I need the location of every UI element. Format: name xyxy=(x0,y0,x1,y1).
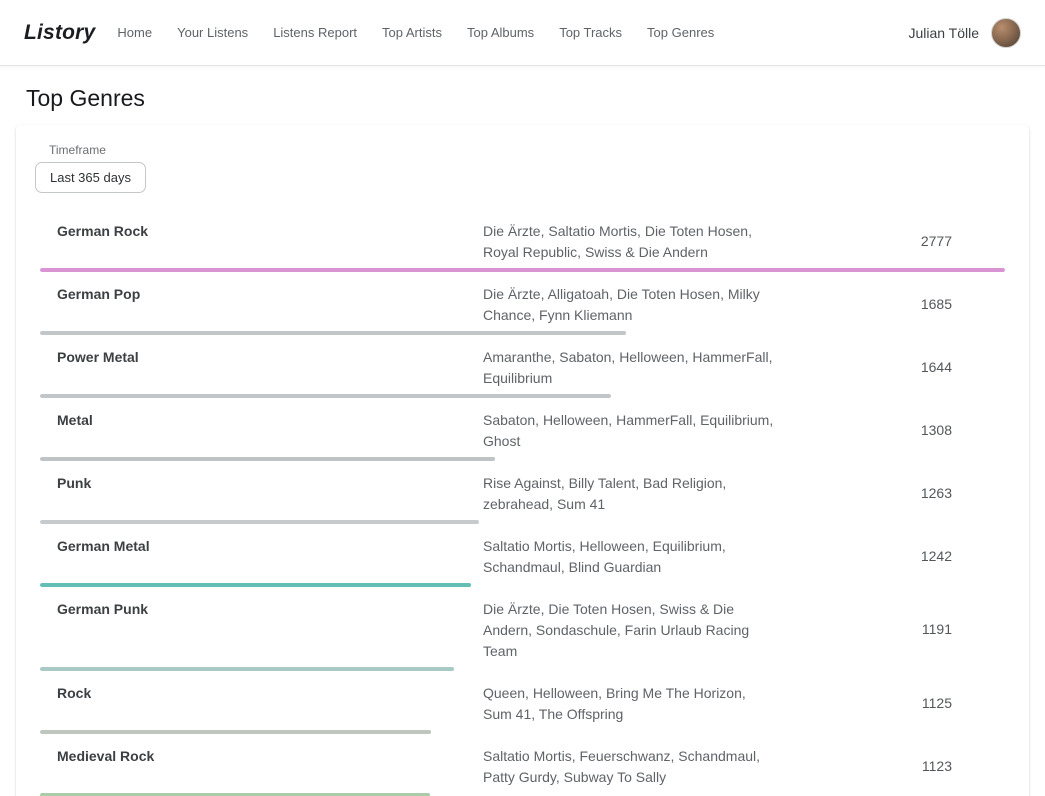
nav-top-genres[interactable]: Top Genres xyxy=(647,25,714,40)
genre-name: German Metal xyxy=(40,533,483,578)
genre-artists: Die Ärzte, Alligatoah, Die Toten Hosen, … xyxy=(483,281,775,326)
genre-row: Rock Queen, Helloween, Bring Me The Hori… xyxy=(16,671,1029,734)
genre-count: 1242 xyxy=(775,548,1005,564)
genre-artists: Amaranthe, Sabaton, Helloween, HammerFal… xyxy=(483,344,775,389)
page-title: Top Genres xyxy=(26,85,1029,112)
nav-top-albums[interactable]: Top Albums xyxy=(467,25,534,40)
genres-table: German Rock Die Ärzte, Saltatio Mortis, … xyxy=(16,209,1029,796)
genre-row: German Punk Die Ärzte, Die Toten Hosen, … xyxy=(16,587,1029,671)
genre-row: Power Metal Amaranthe, Sabaton, Hellowee… xyxy=(16,335,1029,398)
main-nav: Home Your Listens Listens Report Top Art… xyxy=(117,25,714,40)
app-logo[interactable]: Listory xyxy=(24,21,95,45)
genre-artists: Die Ärzte, Die Toten Hosen, Swiss & Die … xyxy=(483,596,775,662)
genre-row: Medieval Rock Saltatio Mortis, Feuerschw… xyxy=(16,734,1029,796)
genre-artists: Die Ärzte, Saltatio Mortis, Die Toten Ho… xyxy=(483,218,775,263)
page-content: Top Genres Timeframe Last 365 days Germa… xyxy=(0,85,1045,796)
genre-row: German Rock Die Ärzte, Saltatio Mortis, … xyxy=(16,209,1029,272)
nav-home[interactable]: Home xyxy=(117,25,152,40)
app-bar: Listory Home Your Listens Listens Report… xyxy=(0,0,1045,66)
nav-top-artists[interactable]: Top Artists xyxy=(382,25,442,40)
genre-name: German Punk xyxy=(40,596,483,662)
genre-row: Metal Sabaton, Helloween, HammerFall, Eq… xyxy=(16,398,1029,461)
genre-count: 1644 xyxy=(775,359,1005,375)
genre-name: Medieval Rock xyxy=(40,743,483,788)
timeframe-filter: Timeframe Last 365 days xyxy=(16,143,1029,193)
genre-count: 1191 xyxy=(775,621,1005,637)
genre-artists: Saltatio Mortis, Feuerschwanz, Schandmau… xyxy=(483,743,775,788)
genre-count: 1263 xyxy=(775,485,1005,501)
genre-artists: Saltatio Mortis, Helloween, Equilibrium,… xyxy=(483,533,775,578)
user-name[interactable]: Julian Tölle xyxy=(908,25,979,41)
top-genres-card: Timeframe Last 365 days German Rock Die … xyxy=(16,125,1029,796)
user-avatar[interactable] xyxy=(991,18,1021,48)
genre-artists: Queen, Helloween, Bring Me The Horizon, … xyxy=(483,680,775,725)
genre-name: German Rock xyxy=(40,218,483,263)
genre-row: German Pop Die Ärzte, Alligatoah, Die To… xyxy=(16,272,1029,335)
timeframe-select[interactable]: Last 365 days xyxy=(35,162,146,193)
genre-count: 1308 xyxy=(775,422,1005,438)
genre-count: 1123 xyxy=(775,758,1005,774)
genre-count: 1125 xyxy=(775,695,1005,711)
nav-your-listens[interactable]: Your Listens xyxy=(177,25,248,40)
genre-row: German Metal Saltatio Mortis, Helloween,… xyxy=(16,524,1029,587)
genre-name: German Pop xyxy=(40,281,483,326)
genre-name: Punk xyxy=(40,470,483,515)
genre-name: Rock xyxy=(40,680,483,725)
genre-name: Metal xyxy=(40,407,483,452)
nav-listens-report[interactable]: Listens Report xyxy=(273,25,357,40)
genre-count: 2777 xyxy=(775,233,1005,249)
genre-artists: Rise Against, Billy Talent, Bad Religion… xyxy=(483,470,775,515)
genre-artists: Sabaton, Helloween, HammerFall, Equilibr… xyxy=(483,407,775,452)
genre-row: Punk Rise Against, Billy Talent, Bad Rel… xyxy=(16,461,1029,524)
timeframe-label: Timeframe xyxy=(49,143,1029,157)
genre-count: 1685 xyxy=(775,296,1005,312)
nav-top-tracks[interactable]: Top Tracks xyxy=(559,25,622,40)
genre-name: Power Metal xyxy=(40,344,483,389)
